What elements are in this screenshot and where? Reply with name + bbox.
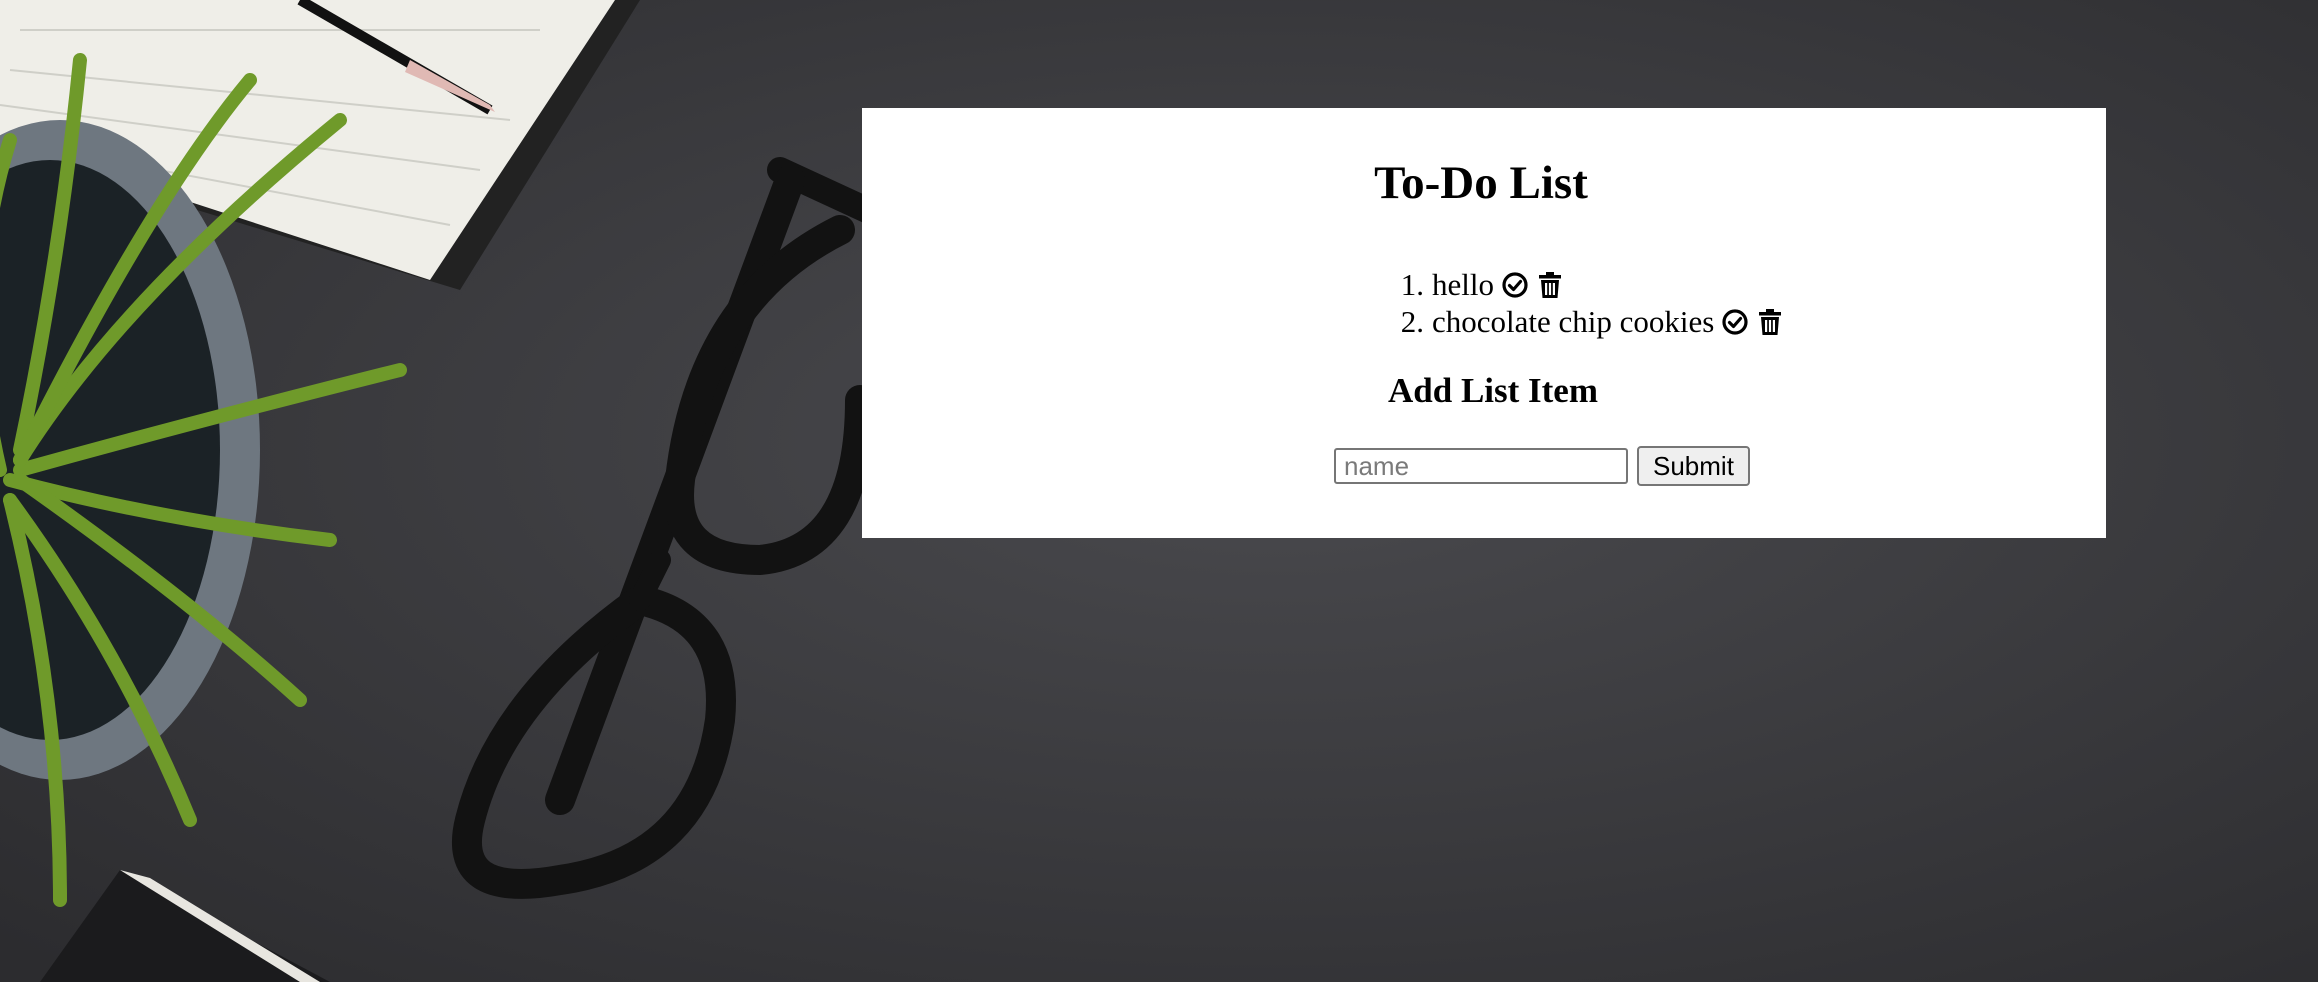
name-input[interactable]: [1334, 448, 1628, 484]
todo-card: To-Do List 1. hello 2. chocolate chip co…: [862, 108, 2106, 538]
trash-icon[interactable]: [1536, 271, 1564, 299]
item-text: hello: [1432, 266, 1494, 302]
add-item-heading: Add List Item: [1387, 371, 1599, 410]
submit-button[interactable]: Submit: [1637, 446, 1750, 486]
add-item-form: Submit: [1334, 446, 1750, 486]
trash-icon[interactable]: [1756, 308, 1784, 336]
item-number: 2.: [1400, 303, 1424, 339]
list-item: 2. chocolate chip cookies: [1384, 303, 1784, 340]
check-circle-icon[interactable]: [1501, 271, 1529, 299]
item-text: chocolate chip cookies: [1432, 303, 1715, 339]
check-circle-icon[interactable]: [1721, 308, 1749, 336]
page-title: To-Do List: [1374, 157, 1588, 209]
list-item: 1. hello: [1384, 266, 1784, 303]
item-number: 1.: [1400, 266, 1424, 302]
todo-list: 1. hello 2. chocolate chip cookies: [1384, 266, 1784, 340]
